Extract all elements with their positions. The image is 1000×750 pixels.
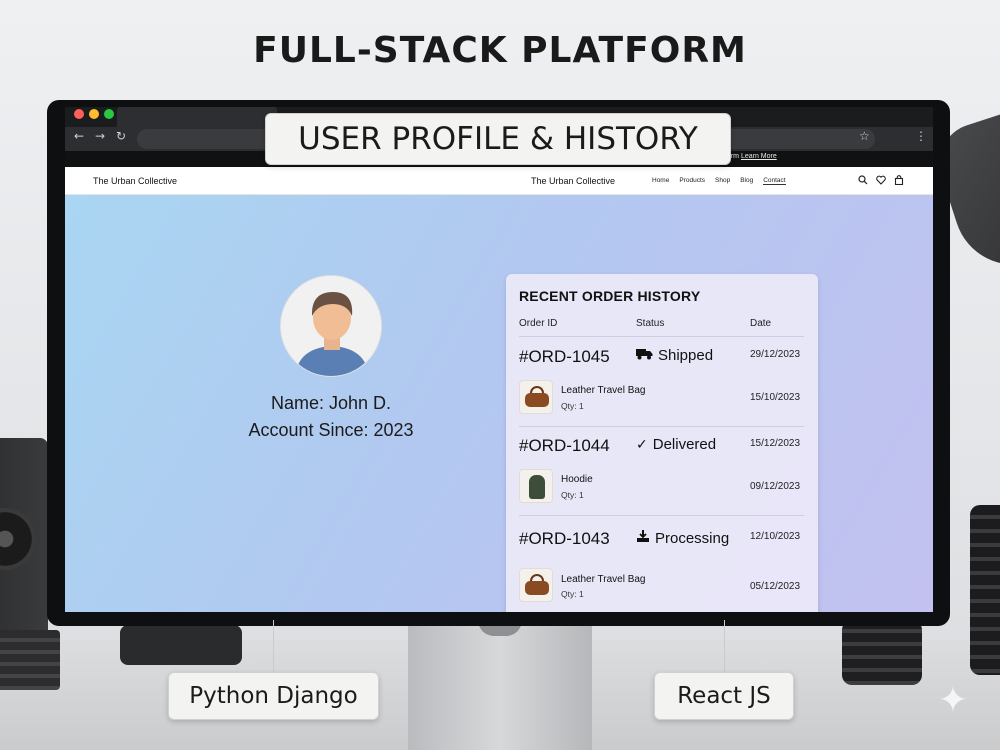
item-name[interactable]: Hoodie (561, 474, 593, 485)
order-status: ✓ Delivered (636, 436, 716, 453)
minimize-window-dot[interactable] (89, 109, 99, 119)
product-thumbnail[interactable] (519, 469, 553, 503)
nav-home[interactable]: Home (652, 177, 669, 185)
camera-lens (970, 505, 1000, 675)
order-status: Processing (636, 529, 729, 547)
maximize-window-dot[interactable] (104, 109, 114, 119)
bag-body (525, 581, 549, 595)
truck-icon (636, 348, 653, 364)
avatar (280, 275, 382, 377)
order-id[interactable]: #ORD-1043 (519, 529, 610, 549)
connector-line (273, 620, 274, 672)
reload-icon[interactable]: ↻ (116, 129, 126, 143)
browser-menu-icon[interactable]: ⋮ (915, 129, 927, 143)
desk-device (120, 625, 242, 665)
item-date: 09/12/2023 (750, 481, 801, 492)
forward-icon[interactable]: → (95, 129, 105, 143)
hoodie-shape (529, 475, 545, 499)
back-icon[interactable]: ← (74, 129, 84, 143)
backend-tech-label: Python Django (168, 672, 379, 720)
heart-icon[interactable] (876, 175, 886, 188)
sparkle-icon: ✦ (937, 680, 969, 721)
column-header-status: Status (636, 318, 665, 329)
browser-tab[interactable] (117, 107, 277, 127)
divider (519, 426, 804, 427)
profile-name: Name: John D. (270, 393, 392, 413)
item-name[interactable]: Leather Travel Bag (561, 385, 646, 396)
order-id[interactable]: #ORD-1045 (519, 347, 610, 367)
cart-icon[interactable] (894, 175, 904, 188)
item-name[interactable]: Leather Travel Bag (561, 574, 646, 585)
nav-shop[interactable]: Shop (715, 177, 730, 185)
speaker-stand (0, 630, 60, 690)
main-nav: Home Products Shop Blog Contact (652, 177, 786, 185)
order-status: Shipped (636, 347, 713, 364)
browser-window: ← → ↻ ☆ ⋮ form Learn More The Urban Coll… (65, 107, 933, 612)
order-date: 12/10/2023 (750, 531, 801, 542)
item-qty: Qty: 1 (561, 401, 584, 411)
info-bar-text: form Learn More (725, 153, 777, 160)
divider (519, 336, 804, 337)
monitor-stand (408, 622, 592, 750)
close-window-dot[interactable] (74, 109, 84, 119)
product-thumbnail[interactable] (519, 568, 553, 602)
column-header-date: Date (750, 318, 772, 329)
order-history-card: RECENT ORDER HISTORY Order ID Status Dat… (506, 274, 818, 612)
divider (519, 515, 804, 516)
user-avatar-icon (281, 276, 381, 376)
item-date: 05/12/2023 (750, 581, 801, 592)
order-id[interactable]: #ORD-1044 (519, 436, 610, 456)
connector-line (724, 620, 725, 672)
order-date: 29/12/2023 (750, 349, 801, 360)
speaker-cone (0, 508, 36, 570)
check-icon: ✓ (636, 436, 648, 453)
order-history-title: RECENT ORDER HISTORY (519, 288, 701, 304)
bag-body (525, 393, 549, 407)
order-status-label: Shipped (658, 347, 714, 364)
nav-products[interactable]: Products (679, 177, 705, 185)
nav-blog[interactable]: Blog (740, 177, 753, 185)
column-header-order-id: Order ID (519, 318, 558, 329)
order-status-label: Processing (655, 529, 730, 547)
item-date: 15/10/2023 (750, 392, 801, 403)
bookmark-star-icon[interactable]: ☆ (859, 129, 870, 143)
learn-more-link[interactable]: Learn More (741, 153, 777, 160)
profile-page: Name: John D. Account Since: 2023 RECENT… (65, 195, 933, 612)
main-title: FULL-STACK PLATFORM (253, 30, 747, 71)
speaker (0, 438, 48, 638)
order-date: 15/12/2023 (750, 438, 801, 449)
item-qty: Qty: 1 (561, 589, 584, 599)
brand-logo-left[interactable]: The Urban Collective (93, 176, 177, 186)
order-status-label: Delivered (652, 436, 717, 453)
section-title-label: USER PROFILE & HISTORY (265, 113, 731, 165)
frontend-tech-label: React JS (654, 672, 794, 720)
profile-account-since: Account Since: 2023 (248, 420, 414, 440)
brand-logo-center[interactable]: The Urban Collective (531, 176, 615, 186)
processing-icon (636, 529, 650, 547)
product-thumbnail[interactable] (519, 380, 553, 414)
search-icon[interactable] (858, 175, 868, 188)
nav-contact[interactable]: Contact (763, 177, 786, 185)
site-header: The Urban Collective The Urban Collectiv… (65, 167, 933, 195)
camera-lens-small (842, 620, 922, 685)
item-qty: Qty: 1 (561, 490, 584, 500)
